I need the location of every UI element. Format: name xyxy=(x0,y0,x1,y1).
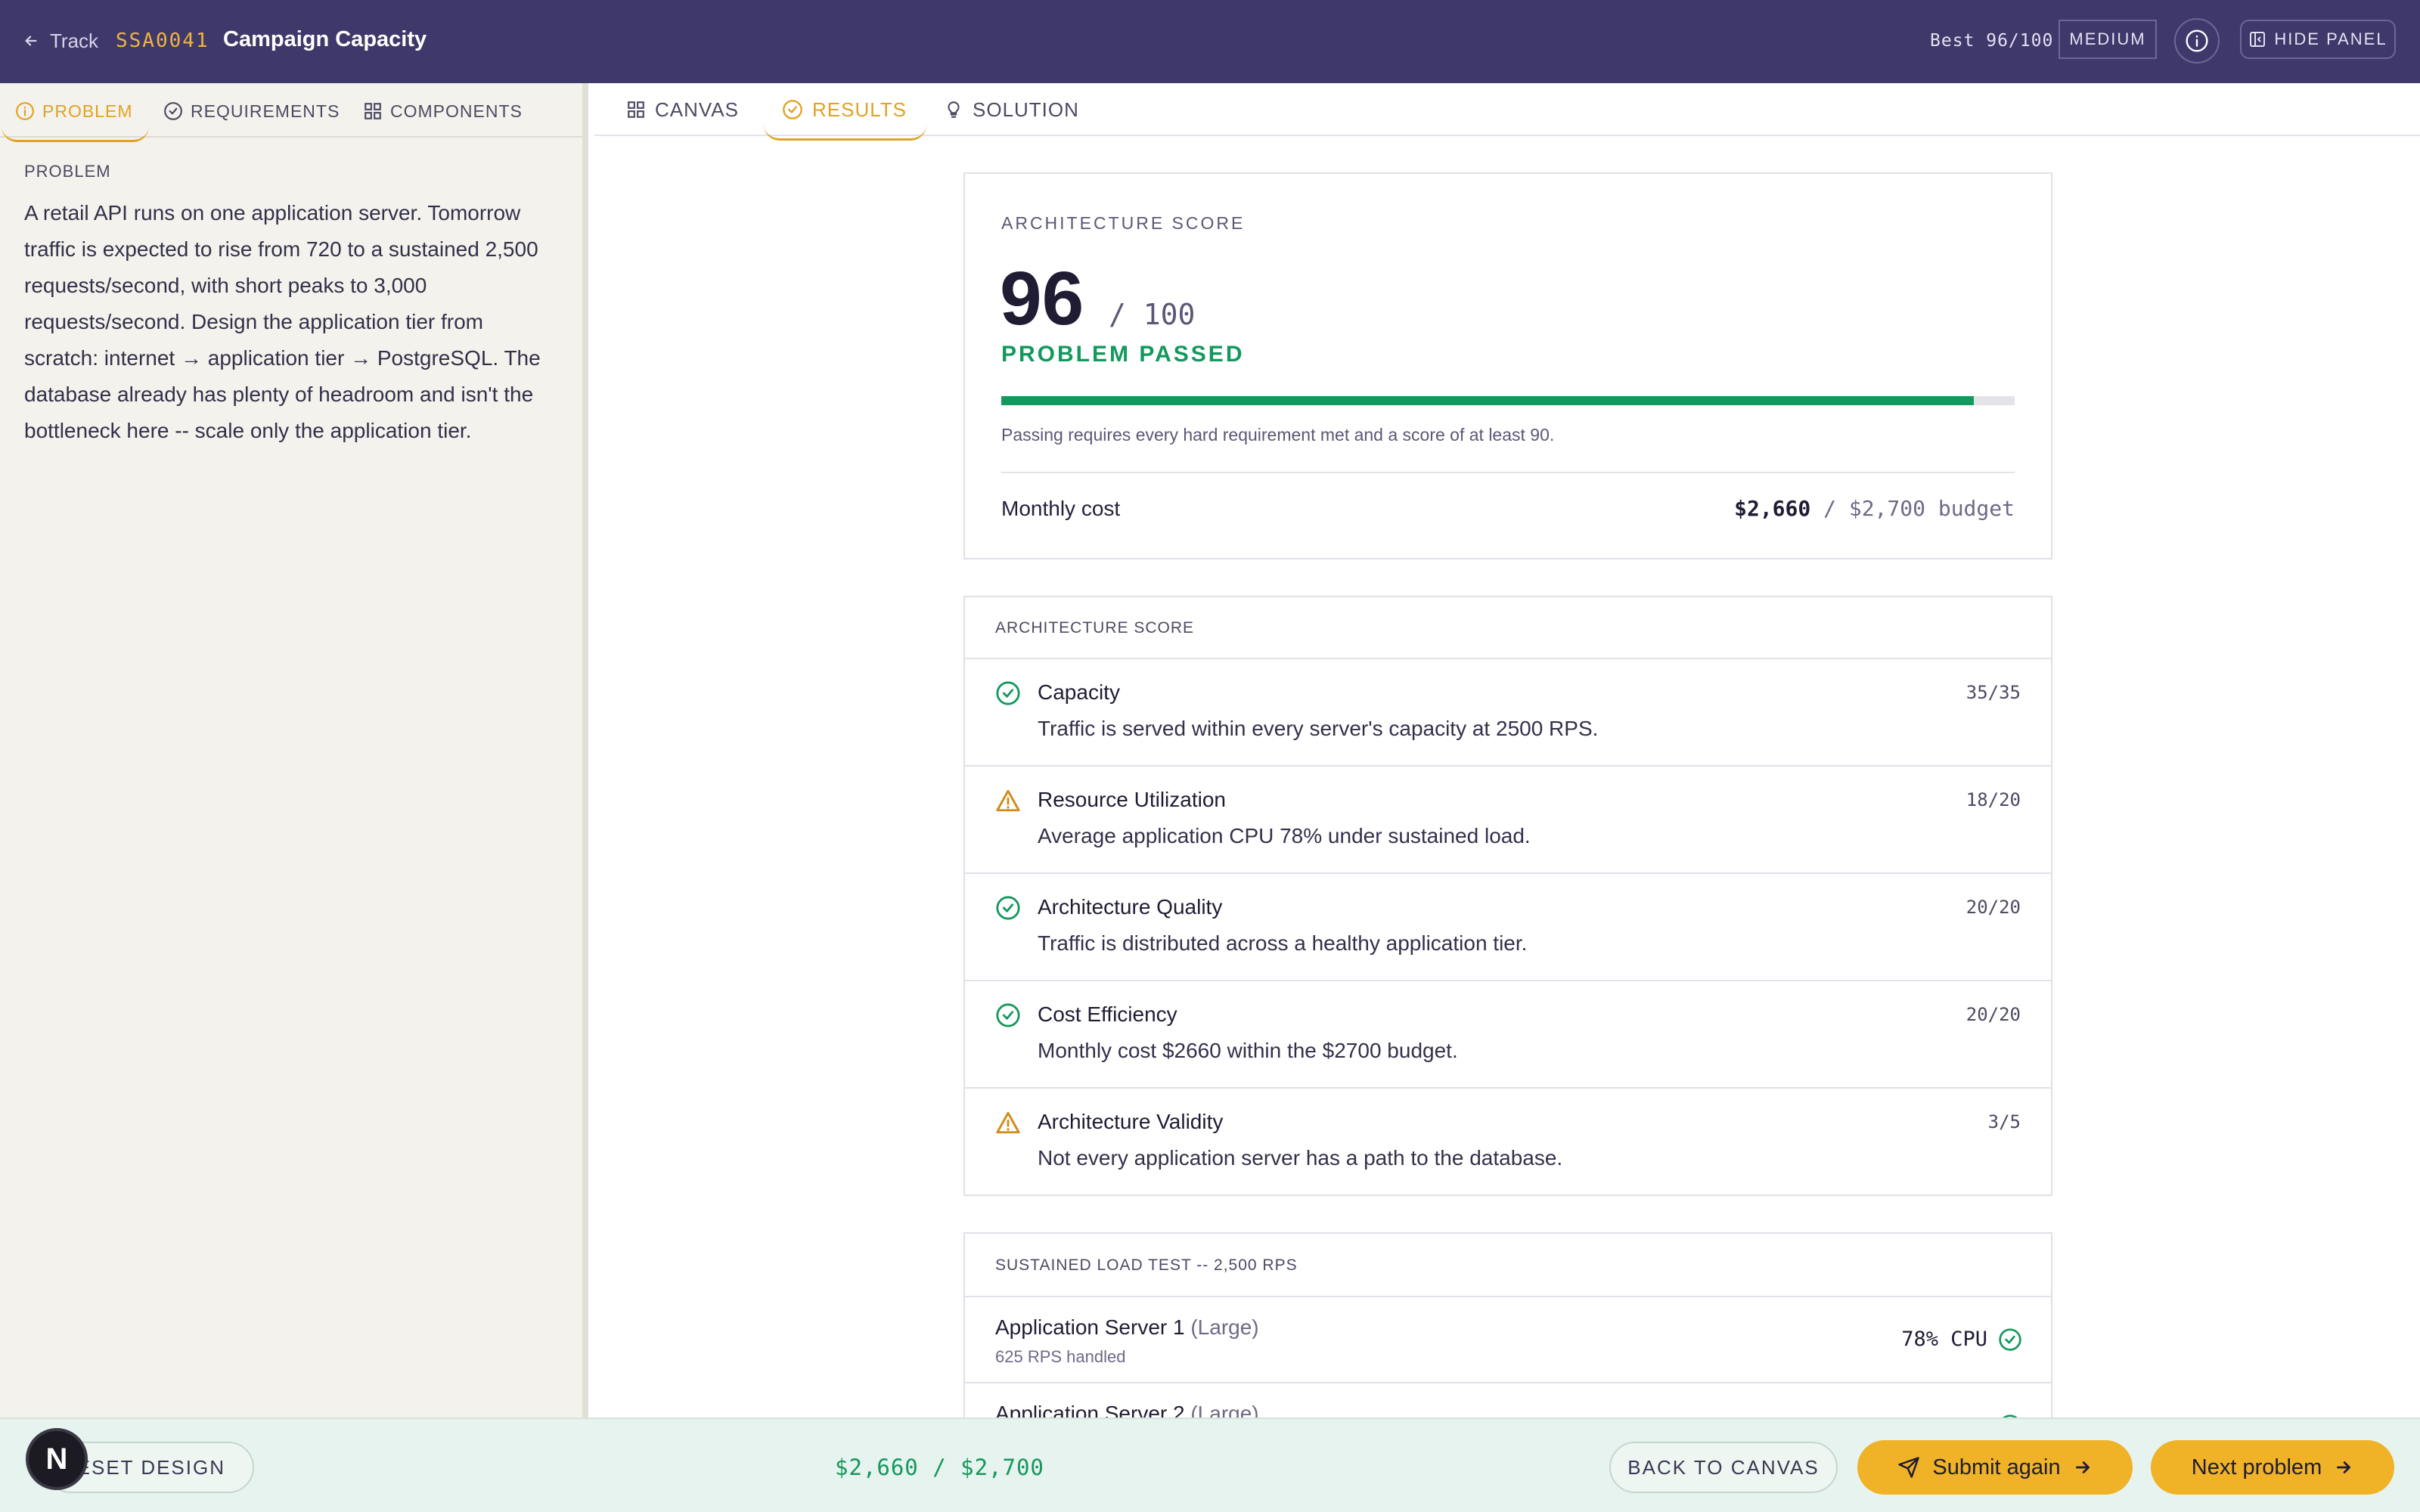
check-circle-icon xyxy=(1999,1328,2021,1351)
passing-note: Passing requires every hard requirement … xyxy=(1001,425,1555,445)
server-handled: 625 RPS handled xyxy=(995,1347,1126,1366)
check-circle-icon xyxy=(996,681,1020,705)
warning-icon xyxy=(996,789,1020,812)
criterion-name: Resource Utilization xyxy=(1038,788,1226,811)
difficulty-badge: MEDIUM xyxy=(2059,20,2157,59)
page-title: Campaign Capacity xyxy=(223,27,427,51)
pass-status: PROBLEM PASSED xyxy=(1001,342,1245,367)
score-progress-bar xyxy=(1001,396,2015,405)
tab-results-label: RESULTS xyxy=(812,98,907,121)
problem-section-label: PROBLEM xyxy=(24,162,111,181)
load-test-header: SUSTAINED LOAD TEST -- 2,500 RPS xyxy=(965,1234,2051,1297)
submit-again-button[interactable]: Submit again xyxy=(1857,1440,2133,1495)
tab-requirements[interactable]: REQUIREMENTS xyxy=(163,94,340,129)
next-label: Next problem xyxy=(2191,1455,2322,1479)
criterion-score: 18/20 xyxy=(1965,789,2021,810)
score-value: 96 xyxy=(1000,256,1084,341)
tab-canvas[interactable]: CANVAS xyxy=(626,92,739,127)
send-icon xyxy=(1898,1457,1920,1478)
criterion-score: 3/5 xyxy=(1987,1111,2021,1132)
hide-panel-button[interactable]: HIDE PANEL xyxy=(2240,20,2396,59)
grid-icon xyxy=(628,101,644,118)
check-circle-icon xyxy=(164,102,182,120)
top-bar: Track SSA0041 Campaign Capacity Best 96/… xyxy=(0,0,2420,83)
tab-problem-label: PROBLEM xyxy=(42,101,133,121)
criterion-description: Monthly cost $2660 within the $2700 budg… xyxy=(1038,1039,1458,1062)
load-test-card: SUSTAINED LOAD TEST -- 2,500 RPS Applica… xyxy=(963,1232,2052,1429)
monthly-cost-label: Monthly cost xyxy=(1001,497,1121,520)
problem-panel: PROBLEM REQUIREMENTS COMPONENTS PROBLEM … xyxy=(0,83,588,1418)
score-summary-card: ARCHITECTURE SCORE 96 / 100 PROBLEM PASS… xyxy=(963,172,2052,559)
server-title: Application Server 1 xyxy=(995,1315,1185,1339)
back-label: Track xyxy=(50,29,99,52)
tab-components-label: COMPONENTS xyxy=(390,101,523,121)
info-button[interactable] xyxy=(2174,18,2220,64)
check-circle-icon xyxy=(783,100,802,119)
criterion-score: 20/20 xyxy=(1965,897,2021,918)
left-tabs: PROBLEM REQUIREMENTS COMPONENTS xyxy=(0,83,582,142)
score-breakdown-card: ARCHITECTURE SCORE Capacity Traffic is s… xyxy=(963,596,2052,1196)
score-progress-fill xyxy=(1001,396,1975,405)
check-circle-icon xyxy=(996,1003,1020,1027)
server-cpu: 78% CPU xyxy=(1901,1328,1987,1351)
score-label: ARCHITECTURE SCORE xyxy=(1001,213,1246,233)
criterion-name: Architecture Validity xyxy=(1038,1110,1224,1133)
tab-solution-label: SOLUTION xyxy=(973,98,1079,121)
submit-label: Submit again xyxy=(1932,1455,2061,1479)
grid-icon xyxy=(365,103,381,119)
back-to-track-link[interactable]: Track xyxy=(23,26,98,56)
hide-panel-label: HIDE PANEL xyxy=(2274,29,2387,48)
cost-budget: / $2,700 budget xyxy=(1823,496,2015,521)
panel-collapse-icon xyxy=(2250,32,2266,47)
breakdown-row: Architecture Validity Not every applicat… xyxy=(965,1089,2051,1196)
criterion-name: Capacity xyxy=(1038,680,1120,704)
footer-cost: $2,660 / $2,700 xyxy=(835,1455,1044,1480)
criterion-name: Cost Efficiency xyxy=(1038,1002,1177,1026)
action-footer: N RESET DESIGN $2,660 / $2,700 BACK TO C… xyxy=(0,1418,2420,1512)
back-to-canvas-button[interactable]: BACK TO CANVAS xyxy=(1609,1442,1838,1493)
breakdown-row: Resource Utilization Average application… xyxy=(965,767,2051,874)
criterion-name: Architecture Quality xyxy=(1038,895,1223,919)
breakdown-header: ARCHITECTURE SCORE xyxy=(965,597,2051,659)
avatar[interactable]: N xyxy=(26,1428,88,1490)
criterion-description: Not every application server has a path … xyxy=(1038,1146,1563,1170)
breakdown-row: Capacity Traffic is served within every … xyxy=(965,659,2051,767)
info-icon xyxy=(2186,29,2208,52)
score-max: / 100 xyxy=(1109,298,1196,331)
server-row: Application Server 1 (Large) 625 RPS han… xyxy=(965,1297,2051,1383)
criterion-score: 20/20 xyxy=(1965,1004,2021,1025)
server-size: (Large) xyxy=(1190,1315,1259,1339)
breakdown-row: Cost Efficiency Monthly cost $2660 withi… xyxy=(965,981,2051,1089)
arrow-right-icon xyxy=(2075,1461,2090,1473)
lightbulb-icon xyxy=(948,101,960,118)
criterion-score: 35/35 xyxy=(1965,682,2021,703)
arrow-left-icon xyxy=(25,36,37,46)
tab-requirements-label: REQUIREMENTS xyxy=(191,101,340,121)
divider xyxy=(1001,472,2015,473)
tab-solution[interactable]: SOLUTION xyxy=(944,92,1079,127)
tab-results[interactable]: RESULTS xyxy=(764,92,926,141)
warning-icon xyxy=(996,1111,1020,1134)
criterion-description: Traffic is served within every server's … xyxy=(1038,717,1599,740)
best-score: Best 96/100 xyxy=(1930,31,2054,51)
main-tabs: CANVAS RESULTS SOLUTION xyxy=(594,83,2420,141)
check-circle-icon xyxy=(996,896,1020,920)
criterion-description: Traffic is distributed across a healthy … xyxy=(1038,931,1528,955)
arrow-right-icon xyxy=(2337,1461,2351,1473)
breakdown-row: Architecture Quality Traffic is distribu… xyxy=(965,874,2051,981)
info-icon xyxy=(16,102,34,120)
tab-components[interactable]: COMPONENTS xyxy=(363,94,523,129)
tab-canvas-label: CANVAS xyxy=(655,98,739,121)
tab-problem[interactable]: PROBLEM xyxy=(1,94,150,142)
problem-description: A retail API runs on one application ser… xyxy=(24,201,541,442)
problem-code: SSA0041 xyxy=(116,29,209,52)
cost-amount: $2,660 xyxy=(1734,496,1811,521)
server-name: Application Server 1 (Large) xyxy=(995,1312,1259,1343)
next-problem-button[interactable]: Next problem xyxy=(2151,1440,2394,1495)
criterion-description: Average application CPU 78% under sustai… xyxy=(1038,824,1531,847)
monthly-cost-value: $2,660 / $2,700 budget xyxy=(1734,490,2015,528)
